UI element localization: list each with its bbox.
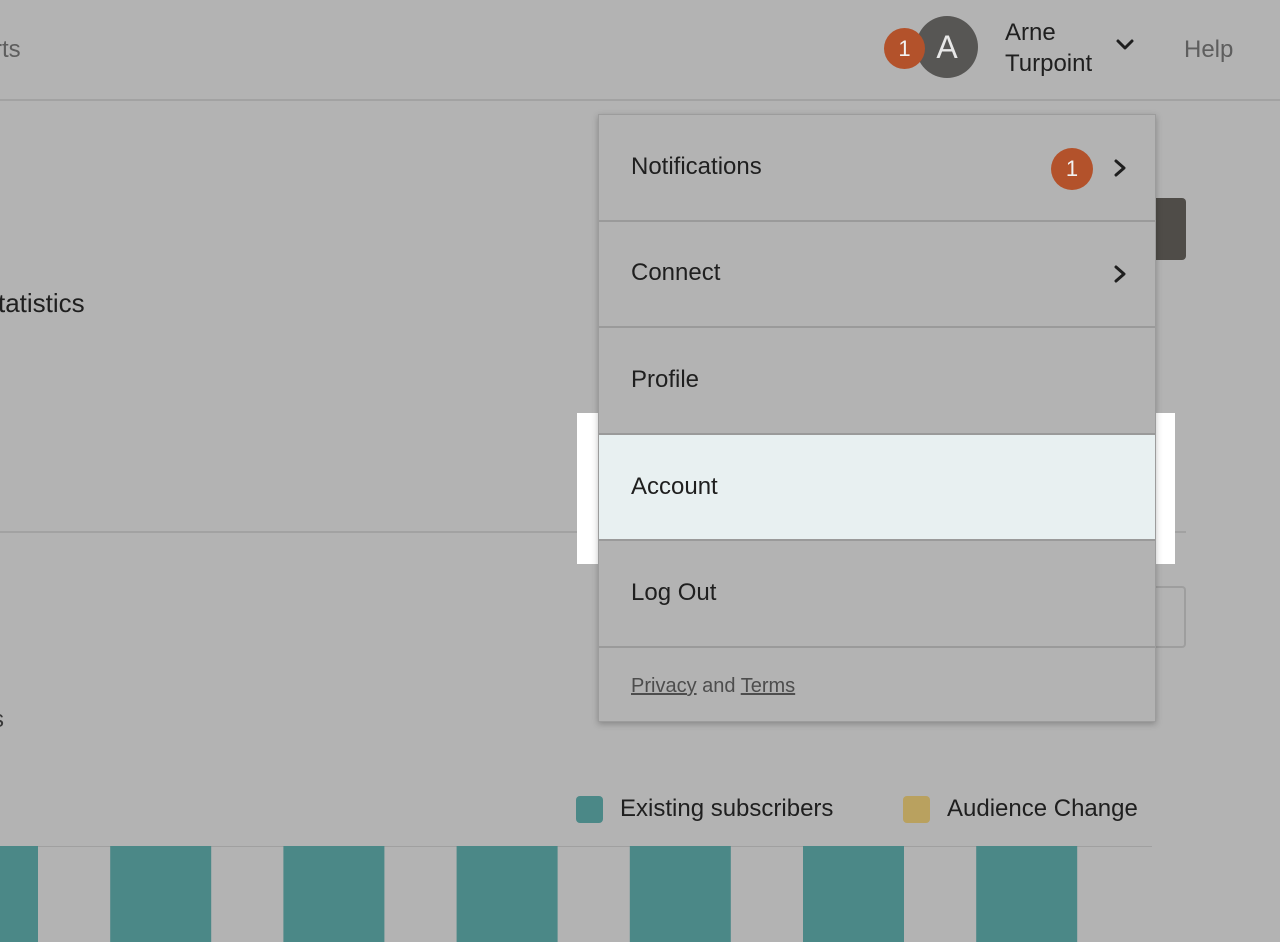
user-menu-toggle[interactable]: Arne Turpoint (1005, 17, 1092, 79)
notification-count-badge: 1 (1051, 148, 1093, 190)
chevron-right-icon (1114, 265, 1126, 283)
chart-bar-5 (629, 846, 731, 942)
chevron-down-icon[interactable] (1114, 34, 1136, 56)
legend-label-audience-change: Audience Change (947, 795, 1138, 822)
avatar[interactable]: A (916, 16, 978, 78)
chart-bar-4 (456, 846, 558, 942)
user-last-name: Turpoint (1005, 50, 1093, 77)
legend-swatch-existing (576, 795, 603, 823)
section-title: tatistics (0, 288, 85, 318)
menu-item-account[interactable]: Account (599, 434, 1155, 541)
chart-bar-1 (0, 846, 38, 942)
menu-item-connect[interactable]: Connect (599, 221, 1155, 328)
menu-label-log-out: Log Out (631, 579, 717, 606)
menu-label-profile: Profile (631, 366, 700, 393)
menu-item-profile[interactable]: Profile (599, 328, 1155, 435)
legend-swatch-audience-change (903, 795, 930, 823)
menu-footer: Privacy and Terms (631, 675, 795, 698)
legend-item-audience-change: Audience Change (903, 795, 1138, 823)
chart-bar-2 (110, 846, 212, 942)
chart-bar-3 (283, 846, 385, 942)
legend-item-existing: Existing subscribers (576, 795, 833, 823)
help-link[interactable]: Help (1184, 36, 1233, 64)
cropped-label: s (0, 706, 4, 734)
chart-bar-6 (803, 846, 904, 942)
menu-label-account: Account (631, 473, 718, 500)
chart-bar-7 (976, 846, 1078, 942)
menu-item-notifications[interactable]: Notifications 1 (599, 115, 1155, 222)
chevron-right-icon (1114, 159, 1126, 177)
menu-item-log-out[interactable]: Log Out (599, 541, 1155, 648)
nav-link-reports[interactable]: rts (0, 36, 21, 64)
legend-label-existing: Existing subscribers (620, 795, 834, 822)
user-dropdown-menu: Notifications 1 Connect Profile Account … (598, 114, 1156, 722)
menu-label-connect: Connect (631, 259, 721, 286)
notification-badge[interactable]: 1 (884, 28, 925, 69)
menu-label-notifications: Notifications (631, 153, 762, 180)
top-bar: rts 1 A Arne Turpoint Help (0, 0, 1280, 101)
terms-link[interactable]: Terms (741, 675, 795, 697)
footer-and: and (702, 675, 736, 697)
user-first-name: Arne (1005, 19, 1056, 46)
privacy-link[interactable]: Privacy (631, 675, 697, 697)
